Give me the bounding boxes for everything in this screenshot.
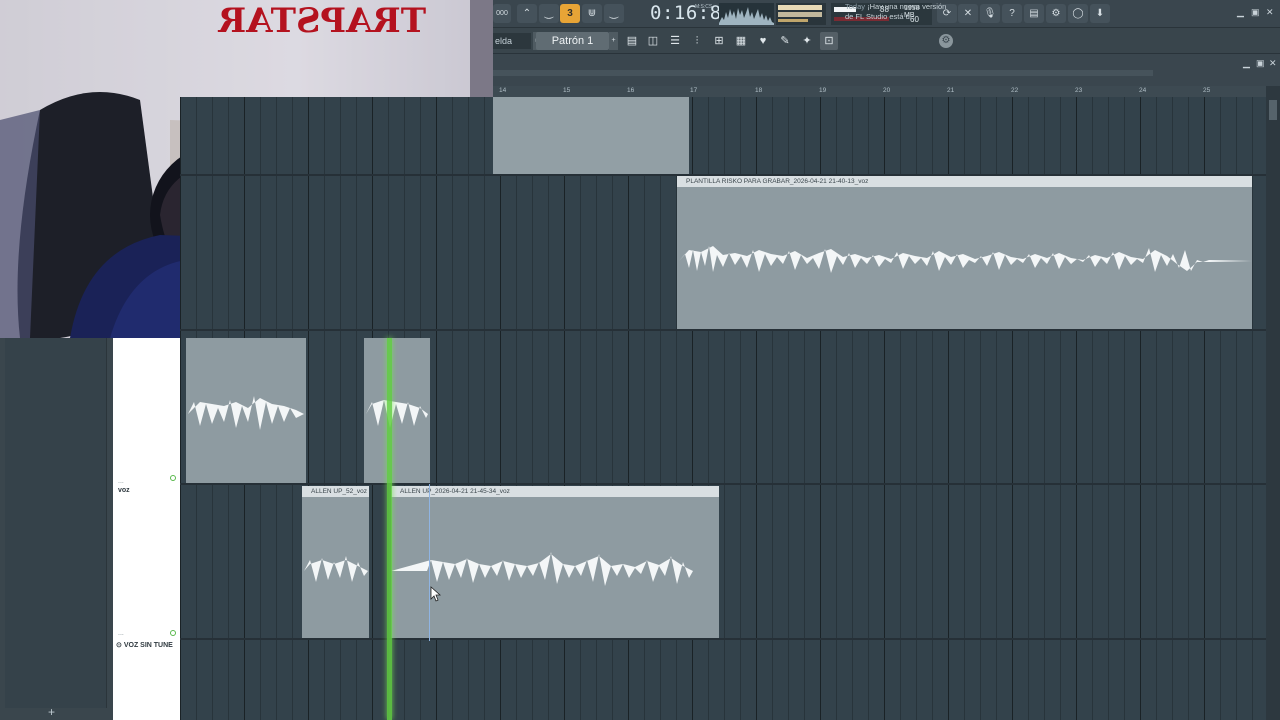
track-label-text: VOZ SIN TUNE (123, 642, 173, 649)
snap-select[interactable]: elda (493, 33, 531, 49)
clip-waveform (679, 246, 1252, 273)
ruler-mark: 23 (1075, 87, 1083, 94)
clip-waveform (188, 396, 304, 430)
clip-waveform (366, 400, 428, 428)
meter-right-bar (778, 12, 822, 17)
ruler-mark: 19 (819, 87, 827, 94)
microphone-icon[interactable]: 🎙 (980, 4, 1000, 23)
metronome-icon[interactable]: ⌃ (517, 4, 537, 23)
clip-waveform (304, 556, 368, 582)
hint-today: Today (845, 2, 866, 11)
track-label-voz-sin-tune[interactable]: ⊙ VOZ SIN TUNE (116, 641, 173, 649)
meter-peak-bar (778, 19, 808, 22)
audio-clip-plantilla[interactable]: PLANTILLA RISKO PARA GRABAR_2026-04-21 2… (677, 176, 1252, 329)
news-hint[interactable]: Today ¡Hay una nueva versión de FL Studi… (845, 2, 955, 22)
ruler-mark: 16 (627, 87, 635, 94)
pattern-add-icon[interactable]: + (609, 32, 618, 50)
plugin-icon[interactable]: ⚙ (1046, 4, 1066, 23)
brush-icon[interactable]: ✎ (776, 32, 794, 50)
ruler-mark: 20 (883, 87, 891, 94)
maximize-icon[interactable]: ▣ (1251, 7, 1260, 18)
clip-waveform (391, 552, 719, 586)
timeline-ruler[interactable]: 14 15 16 17 18 19 20 21 22 23 24 25 (493, 86, 1266, 97)
scope-wave (719, 7, 774, 25)
track-dots: ... (118, 478, 124, 485)
track-header-column (113, 338, 180, 720)
piano-roll-icon[interactable]: ☰ (666, 32, 684, 50)
download-icon[interactable]: ⬇ (1090, 4, 1110, 23)
track-enable-led[interactable] (170, 475, 176, 481)
audio-clip-allen-short[interactable]: ALLEN UP_52_voz (302, 486, 369, 638)
track-label-voz[interactable]: voz (118, 487, 130, 494)
tempo-tap-icon[interactable]: ✦ (798, 32, 816, 50)
plugin-picker-icon[interactable]: ♥ (754, 32, 772, 50)
playlist-close-icon[interactable]: ✕ (1269, 58, 1277, 69)
mouse-pointer-icon (430, 586, 442, 602)
horizontal-scrollbar[interactable] (493, 70, 1153, 76)
track-dots: ... (118, 630, 124, 637)
add-icon[interactable]: + (48, 705, 55, 719)
track-enable-led[interactable] (170, 630, 176, 636)
news-gear-icon[interactable]: ⚙ (939, 34, 953, 48)
playlist-maximize-icon[interactable]: ▣ (1256, 58, 1265, 69)
oscilloscope (719, 3, 774, 25)
save-icon[interactable]: ▤ (1024, 4, 1044, 23)
audio-clip-upper-left[interactable] (186, 338, 306, 483)
playback-position-marker[interactable] (387, 338, 392, 720)
cart-icon[interactable]: ⊡ (820, 32, 838, 50)
channel-rack-icon[interactable]: ⊞ (710, 32, 728, 50)
mixer-icon[interactable]: ✕ (958, 4, 978, 23)
ruler-mark: 15 (563, 87, 571, 94)
track-divider (180, 483, 1266, 485)
ruler-mark: 21 (947, 87, 955, 94)
ruler-mark: 25 (1203, 87, 1211, 94)
audio-clip-allen-main[interactable]: ALLEN UP_2026-04-21 21-45-34_voz (391, 486, 719, 638)
vertical-scroll-thumb[interactable] (1269, 100, 1277, 120)
ruler-mark: 24 (1139, 87, 1147, 94)
ruler-mark: 17 (690, 87, 698, 94)
ruler-mark: 14 (499, 87, 507, 94)
master-volume-meter (776, 3, 826, 25)
step-edit-icon[interactable]: ⋓ (582, 4, 602, 23)
browser-list[interactable] (5, 338, 107, 708)
mixer-view-icon[interactable]: ⫶ (688, 32, 706, 50)
audio-clip-partial[interactable] (493, 97, 689, 174)
track-mute-icon[interactable]: ⊙ (116, 642, 122, 649)
time-unit-label: M:S:CS (695, 4, 713, 10)
wait-input-icon[interactable]: ⏝ (539, 4, 559, 23)
minimize-icon[interactable]: ▁ (1237, 7, 1244, 18)
tempo-display[interactable]: 000 (493, 4, 511, 23)
browser-icon[interactable]: ▦ (732, 32, 750, 50)
pattern-selector[interactable]: Patrón 1 (536, 32, 609, 50)
countdown-icon[interactable]: 3 (560, 4, 580, 23)
step-sequencer-icon[interactable]: ◫ (644, 32, 662, 50)
edit-cursor-line (429, 484, 430, 641)
meter-left-bar (778, 5, 822, 10)
audio-clip-upper-right[interactable] (364, 338, 430, 483)
trapstar-banner: TRAPSTAR (217, 1, 426, 41)
playlist-minimize-icon[interactable]: ▁ (1243, 58, 1250, 69)
ruler-mark: 22 (1011, 87, 1019, 94)
track-divider (180, 329, 1266, 331)
ruler-mark: 18 (755, 87, 763, 94)
close-icon[interactable]: ✕ (1266, 7, 1274, 18)
pattern-toolbar: elda ▸ Patrón 1 + ▤ ◫ ☰ ⫶ ⊞ ▦ ♥ ✎ ✦ ⊡ (493, 28, 1280, 54)
loop-record-icon[interactable]: ⏝ (604, 4, 624, 23)
help-icon[interactable]: ? (1002, 4, 1022, 23)
chat-icon[interactable]: ◯ (1068, 4, 1088, 23)
vertical-scrollbar[interactable] (1266, 86, 1280, 720)
playlist-icon[interactable]: ▤ (623, 32, 641, 50)
track-divider (180, 638, 1266, 640)
